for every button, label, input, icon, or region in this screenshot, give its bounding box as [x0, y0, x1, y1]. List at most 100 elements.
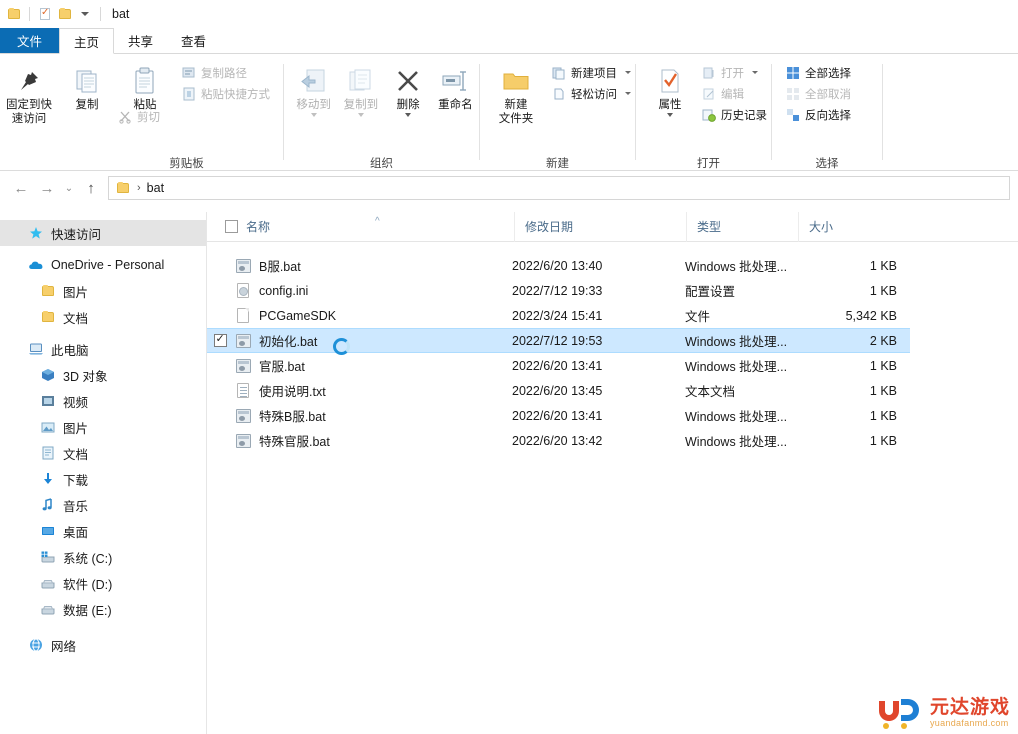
bat-file-icon: [233, 408, 253, 423]
select-all-icon: [787, 66, 799, 79]
paste-shortcut-button[interactable]: 粘贴快捷方式: [178, 83, 274, 104]
sidebar-label: 快速访问: [51, 227, 102, 242]
properties-chevron-down-icon[interactable]: [667, 113, 673, 117]
delete-button[interactable]: 删除: [385, 60, 432, 117]
row-checkbox[interactable]: [207, 331, 233, 347]
ribbon-group-organize: 移动到 复制到 删除 重命名 组织: [284, 54, 479, 171]
qat-folder-icon[interactable]: [6, 6, 22, 22]
breadcrumb-folder-icon: [115, 180, 131, 196]
file-size: 1 KB: [869, 383, 897, 398]
drive-icon: [40, 575, 56, 591]
sidebar-item-pictures[interactable]: 图片: [0, 414, 206, 440]
paste-button[interactable]: 粘贴: [116, 60, 174, 112]
copy-to-button[interactable]: 复制到: [337, 60, 384, 117]
properties-button[interactable]: 属性: [644, 60, 696, 117]
qat-new-folder-icon[interactable]: [57, 6, 73, 22]
column-header-type[interactable]: 类型: [686, 212, 798, 242]
sidebar-item-music[interactable]: 音乐: [0, 492, 206, 518]
breadcrumb-bar[interactable]: › bat: [108, 176, 1010, 200]
breadcrumb-separator[interactable]: ›: [137, 182, 141, 194]
documents-icon: [40, 445, 56, 461]
pin-to-quick-access-button[interactable]: 固定到快 速访问: [0, 60, 58, 126]
file-date: 2022/6/20 13:45: [512, 383, 603, 398]
file-size: 5,342 KB: [845, 308, 897, 323]
delete-chevron-down-icon[interactable]: [405, 113, 412, 117]
sidebar-item-videos[interactable]: 视频: [0, 388, 206, 414]
sidebar-item-this-pc[interactable]: 此电脑: [0, 336, 206, 362]
table-row[interactable]: 使用说明.txt 2022/6/20 13:45 文本文档 1 KB: [207, 378, 1018, 403]
table-row[interactable]: B服.bat 2022/6/20 13:40 Windows 批处理... 1 …: [207, 253, 1018, 278]
sidebar-item-system-drive-c[interactable]: 系统 (C:): [0, 544, 206, 570]
up-button[interactable]: ↑: [78, 176, 104, 200]
new-folder-button[interactable]: 新建 文件夹: [490, 60, 542, 126]
sidebar-item-drive-d[interactable]: 软件 (D:): [0, 570, 206, 596]
back-button[interactable]: ←: [8, 176, 34, 200]
tab-file[interactable]: 文件: [0, 28, 60, 53]
column-header-name[interactable]: 名称: [246, 218, 514, 235]
watermark-logo-icon: [878, 699, 925, 729]
rename-button[interactable]: 重命名: [432, 60, 479, 112]
copy-to-chevron-down-icon[interactable]: [357, 113, 364, 117]
select-none-button[interactable]: 全部取消: [782, 83, 855, 104]
sidebar-item-desktop[interactable]: 桌面: [0, 518, 206, 544]
tab-view[interactable]: 查看: [167, 28, 220, 53]
table-row[interactable]: config.ini 2022/7/12 19:33 配置设置 1 KB: [207, 278, 1018, 303]
recent-locations-button[interactable]: ⌄: [60, 176, 78, 200]
sidebar-item-onedrive[interactable]: OneDrive - Personal: [0, 252, 206, 278]
delete-label: 删除: [396, 99, 420, 111]
open-chevron-down-icon[interactable]: [752, 71, 758, 74]
table-row[interactable]: 特殊官服.bat 2022/6/20 13:42 Windows 批处理... …: [207, 428, 1018, 453]
history-label: 历史记录: [721, 109, 767, 122]
copy-button[interactable]: 复制: [58, 60, 116, 112]
select-all-button[interactable]: 全部选择: [782, 62, 855, 83]
sidebar-label: 系统 (C:): [63, 551, 113, 566]
invert-selection-button[interactable]: 反向选择: [782, 104, 855, 125]
sidebar-item-documents[interactable]: 文档: [0, 440, 206, 466]
sidebar-item-quick-access[interactable]: 快速访问: [0, 220, 206, 246]
file-name: 特殊B服.bat: [259, 410, 326, 424]
sidebar-item-network[interactable]: 网络: [0, 632, 206, 658]
sidebar-item-onedrive-documents[interactable]: 文档: [0, 304, 206, 330]
new-small-commands: 新建项目 轻松访问: [548, 60, 635, 104]
move-to-button[interactable]: 移动到: [290, 60, 337, 117]
pin-icon: [16, 64, 42, 98]
file-date: 2022/3/24 15:41: [512, 308, 603, 323]
rename-icon: [440, 64, 470, 98]
select-all-checkbox[interactable]: [225, 220, 238, 233]
group-label-select: 选择: [815, 158, 839, 170]
open-button[interactable]: 打开: [698, 62, 771, 83]
sidebar-item-downloads[interactable]: 下载: [0, 466, 206, 492]
copy-path-button[interactable]: 复制路径: [178, 62, 274, 83]
select-none-label: 全部取消: [805, 88, 851, 101]
move-to-chevron-down-icon[interactable]: [310, 113, 317, 117]
forward-button[interactable]: →: [34, 176, 60, 200]
easy-access-button[interactable]: 轻松访问: [548, 83, 635, 104]
properties-icon: [657, 64, 683, 98]
easy-access-chevron-down-icon[interactable]: [625, 92, 631, 95]
column-header-size[interactable]: 大小: [798, 212, 898, 242]
table-row[interactable]: 初始化.bat 2022/7/12 19:53 Windows 批处理... 2…: [207, 328, 910, 353]
cut-button[interactable]: 剪切: [114, 106, 274, 127]
table-row[interactable]: 官服.bat 2022/6/20 13:41 Windows 批处理... 1 …: [207, 353, 1018, 378]
sidebar-label: 图片: [63, 285, 89, 300]
tab-share[interactable]: 共享: [114, 28, 167, 53]
sidebar-item-onedrive-pictures[interactable]: 图片: [0, 278, 206, 304]
desktop-icon: [40, 523, 56, 539]
this-pc-icon: [28, 341, 44, 357]
easy-access-label: 轻松访问: [571, 88, 617, 101]
table-row[interactable]: PCGameSDK 2022/3/24 15:41 文件 5,342 KB: [207, 303, 1018, 328]
history-button[interactable]: 历史记录: [698, 104, 771, 125]
new-item-button[interactable]: 新建项目: [548, 62, 635, 83]
sidebar-label: 软件 (D:): [63, 577, 113, 592]
sidebar-item-3d-objects[interactable]: 3D 对象: [0, 362, 206, 388]
qat-properties-icon[interactable]: [37, 6, 53, 22]
new-item-chevron-down-icon[interactable]: [625, 71, 631, 74]
qat-chevron-down-icon[interactable]: [81, 12, 89, 16]
sidebar-item-drive-e[interactable]: 数据 (E:): [0, 596, 206, 622]
edit-button[interactable]: 编辑: [698, 83, 771, 104]
table-row[interactable]: 特殊B服.bat 2022/6/20 13:41 Windows 批处理... …: [207, 403, 1018, 428]
bat-file-icon: [233, 433, 253, 448]
column-header-date[interactable]: 修改日期: [514, 212, 686, 242]
breadcrumb-path: bat: [146, 181, 165, 195]
tab-home[interactable]: 主页: [59, 28, 115, 54]
